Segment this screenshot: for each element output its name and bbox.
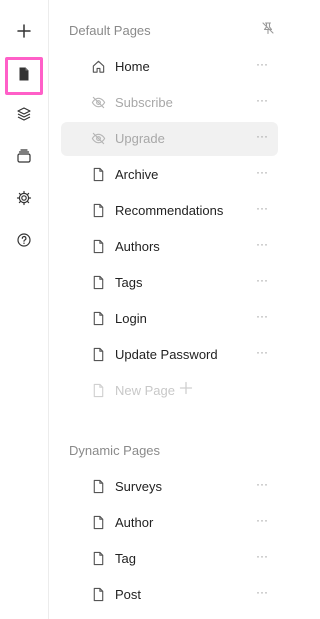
more-icon[interactable]: ··· <box>256 202 270 214</box>
page-icon <box>91 551 107 567</box>
page-item-login[interactable]: Login ··· <box>61 302 278 336</box>
more-icon[interactable]: ··· <box>256 514 270 526</box>
page-item-update-password[interactable]: Update Password ··· <box>61 338 278 372</box>
page-item-label: Upgrade <box>115 131 165 146</box>
page-icon <box>91 239 107 255</box>
pages-panel: Default Pages Home ··· Subscribe ··· Upg… <box>49 0 298 619</box>
archive-button[interactable] <box>6 140 42 176</box>
page-item-label: Subscribe <box>115 95 173 110</box>
page-item-tag[interactable]: Tag ··· <box>61 542 278 576</box>
page-icon <box>91 275 107 291</box>
page-item-label: Post <box>115 587 142 602</box>
page-item-authors[interactable]: Authors ··· <box>61 230 278 264</box>
page-item-post[interactable]: Post ··· <box>61 578 278 612</box>
page-icon <box>91 311 107 327</box>
page-icon <box>91 479 107 495</box>
page-item-label: Tag <box>115 551 136 566</box>
eye-off-icon <box>91 131 107 147</box>
page-item-tags[interactable]: Tags ··· <box>61 266 278 300</box>
page-item-upgrade[interactable]: Upgrade ··· <box>61 122 278 156</box>
page-item-label: Author <box>115 515 154 530</box>
default-pages-heading: Default Pages <box>69 23 151 38</box>
add-button[interactable] <box>6 15 42 51</box>
dynamic-pages-heading: Dynamic Pages <box>69 443 161 458</box>
more-icon[interactable]: ··· <box>256 94 270 106</box>
help-button[interactable] <box>6 224 42 260</box>
more-icon[interactable]: ··· <box>256 550 270 562</box>
page-icon <box>91 587 107 603</box>
page-icon <box>16 66 32 87</box>
gear-icon <box>16 190 32 211</box>
page-icon <box>91 515 107 531</box>
page-item-label: Authors <box>115 239 160 254</box>
page-item-subscribe[interactable]: Subscribe ··· <box>61 86 278 120</box>
page-item-label: Tags <box>115 275 143 290</box>
sidebar-rail <box>0 0 49 619</box>
page-item-label: Archive <box>115 167 159 182</box>
plus-icon <box>179 381 193 400</box>
page-item-archive[interactable]: Archive ··· <box>61 158 278 192</box>
page-item-label: Home <box>115 59 150 74</box>
page-icon <box>91 167 107 183</box>
page-icon <box>91 383 107 399</box>
more-icon[interactable]: ··· <box>256 166 270 178</box>
layers-icon <box>16 106 32 127</box>
more-icon[interactable]: ··· <box>256 58 270 70</box>
eye-off-icon <box>91 95 107 111</box>
help-icon <box>16 232 32 253</box>
pin-off-icon[interactable] <box>261 21 275 35</box>
plus-icon <box>16 23 32 44</box>
page-item-recommendations[interactable]: Recommendations ··· <box>61 194 278 228</box>
page-item-surveys[interactable]: Surveys ··· <box>61 470 278 504</box>
page-item-label: Surveys <box>115 479 162 494</box>
layers-button[interactable] <box>6 98 42 134</box>
more-icon[interactable]: ··· <box>256 346 270 358</box>
settings-button[interactable] <box>6 182 42 218</box>
more-icon[interactable]: ··· <box>256 130 270 142</box>
more-icon[interactable]: ··· <box>256 586 270 598</box>
tray-icon <box>16 148 32 169</box>
more-icon[interactable]: ··· <box>256 238 270 250</box>
home-icon <box>91 59 107 75</box>
new-page-button[interactable]: New Page <box>61 374 278 408</box>
more-icon[interactable]: ··· <box>256 274 270 286</box>
page-item-label: Recommendations <box>115 203 224 218</box>
page-item-author[interactable]: Author ··· <box>61 506 278 540</box>
new-page-label: New Page <box>115 383 175 398</box>
page-icon <box>91 347 107 363</box>
page-icon <box>91 203 107 219</box>
more-icon[interactable]: ··· <box>256 310 270 322</box>
page-item-label: Login <box>115 311 147 326</box>
pages-button[interactable] <box>5 57 43 95</box>
more-icon[interactable]: ··· <box>256 478 270 490</box>
page-item-label: Update Password <box>115 347 218 362</box>
page-item-home[interactable]: Home ··· <box>61 50 278 84</box>
